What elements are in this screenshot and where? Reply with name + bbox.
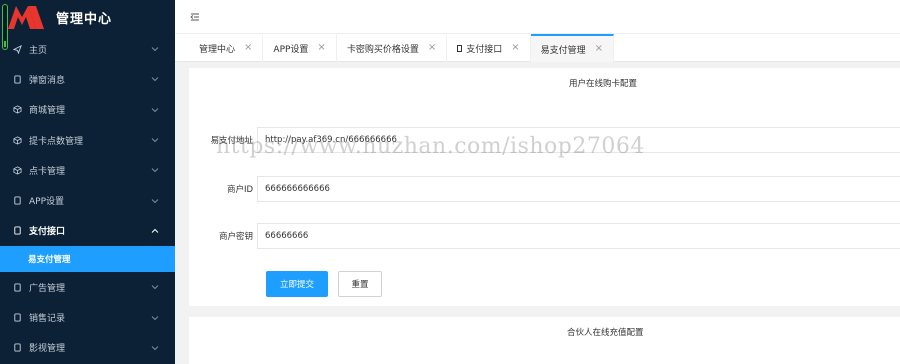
logo-icon — [2, 3, 46, 31]
sidebar-item-label: 主页 — [29, 45, 48, 56]
sidebar-item-video[interactable]: 影视管理 — [0, 333, 175, 363]
sidebar-item-label: APP设置 — [29, 197, 65, 208]
sidebar-item-payment[interactable]: 支付接口 — [0, 216, 175, 246]
close-icon[interactable]: × — [511, 43, 519, 53]
tablet-icon — [12, 343, 22, 353]
chevron-up-icon — [151, 227, 159, 235]
sidebar-subitem-epay[interactable]: 易支付管理 — [0, 246, 175, 273]
merchant-key-label: 商户密钥 — [218, 232, 253, 242]
tab-epay-management[interactable]: 易支付管理 × — [530, 34, 615, 62]
section-title: 用户在线购卡配置 — [569, 79, 638, 89]
sidebar-item-card-points[interactable]: 提卡点数管理 — [0, 125, 175, 155]
tablet-icon — [457, 44, 463, 52]
tablet-icon — [12, 226, 22, 236]
sidebar-item-app-settings[interactable]: APP设置 — [0, 185, 175, 215]
sidebar-item-label: 影视管理 — [29, 344, 66, 355]
partner-config-card: 合伙人在线充值配置 — [189, 317, 900, 364]
send-icon — [12, 44, 22, 54]
epay-url-input[interactable]: http://pay.af369.cn/666666666 — [257, 127, 900, 153]
tablet-icon — [12, 282, 22, 292]
sidebar-item-ads[interactable]: 广告管理 — [0, 272, 175, 302]
sidebar-item-sales[interactable]: 销售记录 — [0, 302, 175, 332]
tab-label: 卡密购买价格设置 — [346, 44, 419, 55]
tab-payment-interface[interactable]: 支付接口 × — [447, 34, 531, 62]
box-icon — [12, 105, 22, 115]
chevron-down-icon — [151, 283, 159, 291]
sidebar-item-label: 销售记录 — [29, 314, 66, 325]
close-icon[interactable]: × — [428, 43, 436, 53]
close-icon[interactable]: × — [244, 43, 252, 53]
chevron-down-icon — [151, 75, 159, 83]
merchant-key-input[interactable]: 66666666 — [257, 223, 900, 249]
sidebar-submenu: 易支付管理 — [0, 246, 175, 273]
tab-label: 易支付管理 — [540, 45, 586, 56]
chevron-down-icon — [151, 197, 159, 205]
close-icon[interactable]: × — [595, 44, 603, 54]
form-row-merchant-id: 商户ID 666666666666 — [189, 176, 900, 202]
chevron-down-icon — [151, 166, 159, 174]
sidebar-item-label: 支付接口 — [29, 227, 66, 238]
section-title: 合伙人在线充值配置 — [567, 328, 644, 338]
tab-label: 管理中心 — [199, 44, 236, 55]
sidebar-item-shop[interactable]: 商城管理 — [0, 95, 175, 125]
tab-label: APP设置 — [273, 44, 309, 55]
form-row-merchant-key: 商户密钥 66666666 — [189, 223, 900, 249]
chevron-down-icon — [151, 136, 159, 144]
menu-fold-icon[interactable] — [189, 11, 201, 23]
chevron-down-icon — [151, 344, 159, 352]
sidebar-item-label: 商城管理 — [29, 106, 66, 117]
tab-admin-center[interactable]: 管理中心 × — [189, 34, 264, 62]
main-content: 用户在线购卡配置 易支付地址 http://pay.af369.cn/66666… — [175, 62, 900, 364]
tablet-icon — [12, 313, 22, 323]
box-icon — [12, 165, 22, 175]
tab-app-settings[interactable]: APP设置 × — [263, 34, 337, 62]
form-row-epay-url: 易支付地址 http://pay.af369.cn/666666666 — [189, 127, 900, 153]
sidebar-item-home[interactable]: 主页 — [0, 34, 175, 64]
sidebar-item-label: 弹窗消息 — [29, 75, 66, 86]
epay-url-label: 易支付地址 — [210, 136, 253, 146]
submit-button[interactable]: 立即提交 — [266, 271, 328, 297]
config-card: 用户在线购卡配置 易支付地址 http://pay.af369.cn/66666… — [189, 68, 900, 306]
sidebar-item-label: 点卡管理 — [29, 166, 66, 177]
tablet-icon — [12, 74, 22, 84]
close-icon[interactable]: × — [317, 43, 325, 53]
box-icon — [12, 135, 22, 145]
app-title: 管理中心 — [56, 11, 113, 27]
top-header — [175, 0, 900, 34]
merchant-id-label: 商户ID — [226, 185, 253, 195]
sidebar-item-label: 提卡点数管理 — [29, 136, 84, 147]
sidebar-item-label: 广告管理 — [29, 283, 66, 294]
tablet-icon — [12, 196, 22, 206]
sidebar: 管理中心 主页 弹窗消息 商城管理 提卡点数管理 点卡管理 APP设置 支付接口… — [0, 0, 175, 364]
logo-area: 管理中心 — [0, 0, 175, 34]
merchant-id-input[interactable]: 666666666666 — [257, 176, 900, 202]
tab-bar: 管理中心 × APP设置 × 卡密购买价格设置 × 支付接口 × 易支付管理 × — [175, 34, 900, 62]
sidebar-menu: 主页 弹窗消息 商城管理 提卡点数管理 点卡管理 APP设置 支付接口 易支付管… — [0, 34, 175, 363]
chevron-down-icon — [151, 45, 159, 53]
sidebar-item-popup-messages[interactable]: 弹窗消息 — [0, 64, 175, 94]
tab-card-price-settings[interactable]: 卡密购买价格设置 × — [337, 34, 448, 62]
chevron-down-icon — [151, 314, 159, 322]
reset-button[interactable]: 重置 — [338, 271, 382, 297]
sidebar-item-card-management[interactable]: 点卡管理 — [0, 155, 175, 185]
tab-label: 支付接口 — [466, 44, 503, 55]
chevron-down-icon — [151, 106, 159, 114]
